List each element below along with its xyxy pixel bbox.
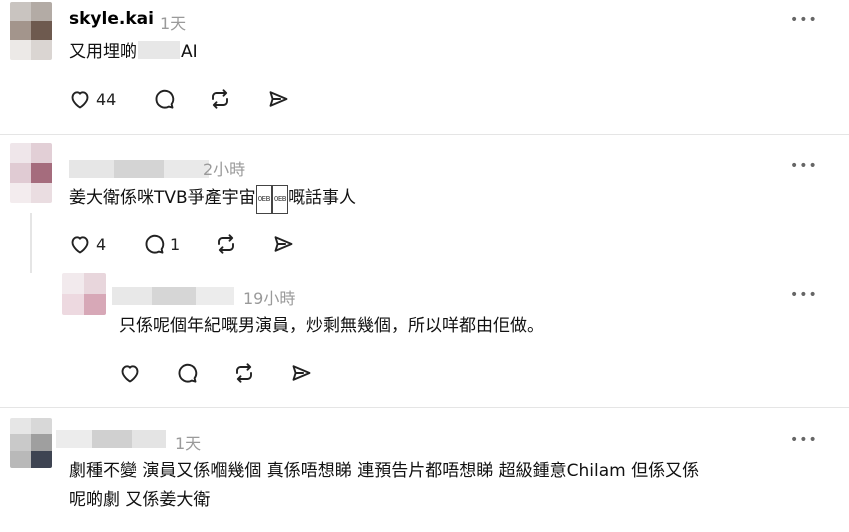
post-text-part: AI (181, 42, 198, 62)
post-text-part: 又用埋啲 (69, 42, 137, 62)
reply-text: 只係呢個年紀嘅男演員，炒剩無幾個，所以咩都由佢做。 (119, 316, 544, 336)
repost-button[interactable] (208, 87, 232, 111)
share-button[interactable] (271, 232, 295, 256)
post-time[interactable]: 1天 (175, 430, 201, 454)
blurred-username[interactable] (112, 287, 234, 305)
post-text-line-2: 呢啲劇 又係姜大衛 (69, 490, 211, 510)
post-1: skyle.kai 1天 ••• 又用埋啲 AI 44 (0, 0, 849, 135)
post-text-part: 嘅話事人 (288, 188, 357, 208)
reply-button[interactable] (175, 361, 199, 385)
reply-avatar[interactable] (62, 273, 106, 315)
action-bar: 44 (68, 87, 328, 111)
blurred-username[interactable] (56, 430, 166, 448)
thread-line (30, 213, 32, 273)
repost-icon (232, 361, 256, 385)
heart-icon (68, 232, 92, 256)
post-text-line-1: 劇種不變 演員又係嗰幾個 真係唔想睇 連預告片都唔想睇 超級鍾意Chilam 但… (69, 461, 700, 481)
username[interactable]: skyle.kai (69, 9, 154, 29)
more-options-icon[interactable]: ••• (790, 12, 818, 28)
action-bar: 4 1 (68, 232, 328, 256)
reply-time[interactable]: 19小時 (243, 285, 295, 309)
like-button[interactable] (118, 361, 142, 385)
reply-count: 1 (170, 234, 181, 254)
reply-button[interactable]: 1 (142, 232, 180, 256)
repost-icon (214, 232, 238, 256)
post-time[interactable]: 1天 (160, 10, 186, 34)
unknown-glyph: 0EB (255, 185, 272, 214)
post-text: 又用埋啲 AI (69, 39, 198, 66)
post-text: 姜大衛係咪TVB爭產宇宙 0EB 0EB 嘅話事人 (69, 185, 356, 214)
comment-icon (175, 361, 199, 385)
repost-button[interactable] (214, 232, 238, 256)
comment-icon (152, 87, 176, 111)
avatar[interactable] (10, 143, 52, 203)
like-count: 4 (96, 234, 107, 254)
more-options-icon[interactable]: ••• (790, 432, 818, 448)
share-icon (289, 361, 313, 385)
post-3: 1天 ••• 劇種不變 演員又係嗰幾個 真係唔想睇 連預告片都唔想睇 超級鍾意C… (0, 408, 849, 532)
comment-icon (142, 232, 166, 256)
reply-button[interactable] (152, 87, 176, 111)
avatar[interactable] (10, 418, 52, 468)
share-button[interactable] (266, 87, 290, 111)
like-button[interactable]: 44 (68, 87, 116, 111)
share-button[interactable] (289, 361, 313, 385)
post-text-part: 姜大衛係咪TVB爭產宇宙 (69, 188, 256, 208)
repost-icon (208, 87, 232, 111)
heart-icon (118, 361, 142, 385)
repost-button[interactable] (232, 361, 256, 385)
unknown-glyph: 0EB (271, 185, 289, 214)
avatar[interactable] (10, 2, 52, 60)
heart-icon (68, 87, 92, 111)
share-icon (271, 232, 295, 256)
post-2: 2小時 ••• 姜大衛係咪TVB爭產宇宙 0EB 0EB 嘅話事人 4 1 19小時 … (0, 135, 849, 407)
action-bar (118, 361, 338, 385)
censored-text (138, 41, 180, 59)
post-time[interactable]: 2小時 (203, 156, 245, 180)
blurred-username[interactable] (69, 160, 209, 178)
like-button[interactable]: 4 (68, 232, 106, 256)
like-count: 44 (96, 89, 117, 109)
more-options-icon[interactable]: ••• (790, 287, 818, 303)
share-icon (266, 87, 290, 111)
more-options-icon[interactable]: ••• (790, 158, 818, 174)
